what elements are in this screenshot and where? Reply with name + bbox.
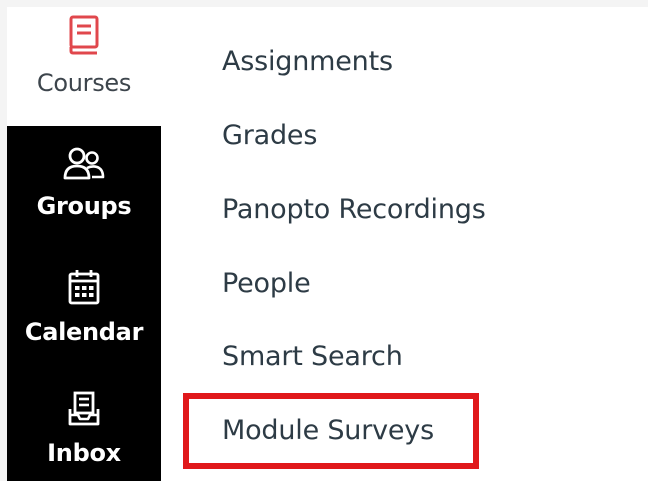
course-nav-people[interactable]: People	[222, 268, 311, 300]
users-icon	[63, 146, 105, 184]
global-nav-groups[interactable]: Groups	[7, 126, 161, 248]
global-navigation: Courses Groups Calendar Inbox	[7, 7, 161, 481]
top-strip	[0, 0, 648, 7]
course-nav-panopto-recordings[interactable]: Panopto Recordings	[222, 194, 486, 226]
global-nav-courses[interactable]: Courses	[7, 7, 161, 126]
global-nav-inbox[interactable]: Inbox	[7, 371, 161, 481]
course-nav-grades[interactable]: Grades	[222, 120, 317, 152]
global-nav-inbox-label: Inbox	[47, 439, 121, 467]
global-nav-calendar[interactable]: Calendar	[7, 248, 161, 371]
calendar-icon	[67, 268, 101, 310]
left-gutter	[0, 0, 7, 481]
global-nav-courses-label: Courses	[36, 69, 132, 97]
global-nav-groups-label: Groups	[36, 192, 132, 220]
global-nav-calendar-label: Calendar	[24, 318, 144, 346]
course-nav-smart-search[interactable]: Smart Search	[222, 341, 403, 373]
highlight-box	[183, 393, 479, 469]
inbox-icon	[67, 391, 101, 431]
course-nav-assignments[interactable]: Assignments	[222, 46, 393, 78]
book-icon	[68, 15, 100, 59]
